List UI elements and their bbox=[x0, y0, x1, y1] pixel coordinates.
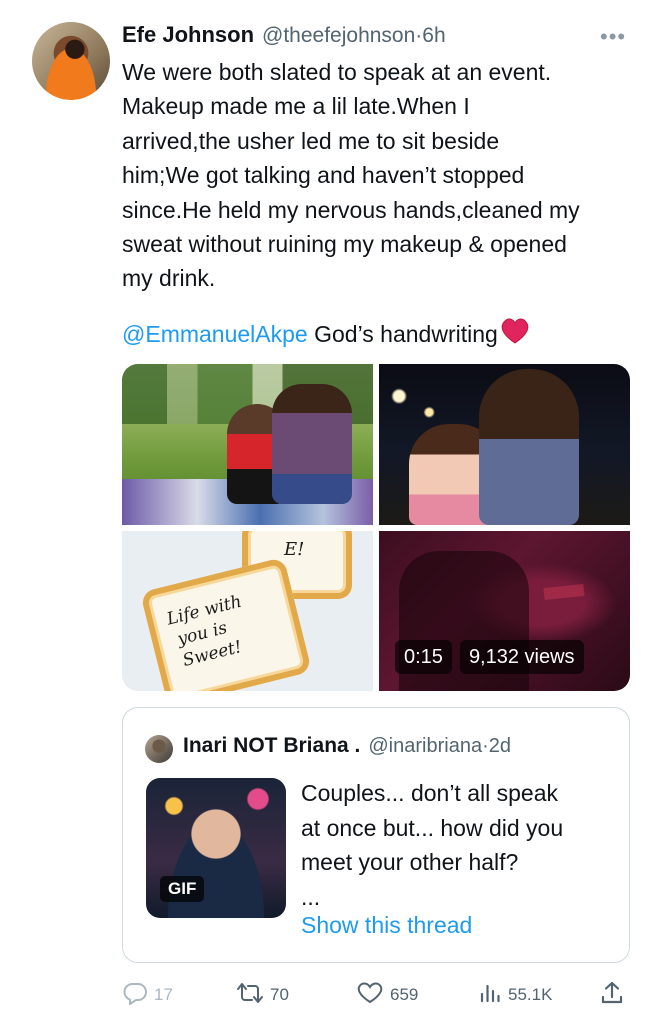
quoted-tweet-time: 2d bbox=[488, 735, 511, 757]
retweet-count: 70 bbox=[270, 985, 289, 1004]
quoted-author-handle[interactable]: @inaribriana·2d bbox=[368, 735, 511, 758]
quoted-author-name[interactable]: Inari NOT Briana . bbox=[183, 734, 360, 758]
author-handle[interactable]: @theefejohnson·6h bbox=[262, 24, 446, 48]
photo-park-couple[interactable] bbox=[122, 364, 373, 525]
author-display-name[interactable]: Efe Johnson bbox=[122, 22, 254, 48]
tweet-header: Efe Johnson @theefejohnson·6h bbox=[122, 22, 446, 50]
tweet-body-line: sweat without ruining my makeup & opened bbox=[122, 231, 567, 258]
tweet-body-line: Makeup made me a lil late.When I bbox=[122, 93, 470, 120]
mention-link[interactable]: @EmmanuelAkpe bbox=[122, 321, 308, 347]
tweet-body-line: since.He held my nervous hands,cleaned m… bbox=[122, 196, 580, 223]
cookie-main: Life with you is Sweet! bbox=[139, 556, 313, 691]
share-button[interactable] bbox=[600, 978, 624, 1012]
quoted-text-line: meet your other half? bbox=[301, 849, 519, 875]
reply-button[interactable]: 17 bbox=[122, 978, 173, 1012]
tweet-body-line: We were both slated to speak at an event… bbox=[122, 59, 552, 85]
tweet-body: We were both slated to speak at an event… bbox=[122, 55, 642, 296]
tweet-body-line: him;We got talking and haven’t stopped bbox=[122, 162, 525, 189]
video-badges: 0:15 9,132 views bbox=[395, 640, 584, 674]
like-count: 659 bbox=[390, 985, 419, 1004]
video-duration: 0:15 bbox=[395, 640, 452, 674]
quoted-text-line: at once but... how did you bbox=[301, 814, 564, 841]
heart-outline-icon bbox=[356, 981, 384, 1010]
view-count: 55.1K bbox=[508, 985, 553, 1004]
quoted-tweet[interactable]: Inari NOT Briana . @inaribriana·2d GIF C… bbox=[122, 707, 630, 963]
quoted-text-line: ... bbox=[301, 883, 321, 910]
tweet-actions: 17 70 659 55.1K bbox=[0, 978, 663, 1012]
quoted-gif-thumbnail[interactable]: GIF bbox=[146, 778, 286, 918]
red-heart-icon bbox=[500, 317, 530, 354]
tweet-body-line: arrived,the usher led me to sit beside bbox=[122, 127, 500, 154]
tweet-time: 6h bbox=[422, 24, 446, 47]
tweet-body-line: my drink. bbox=[122, 265, 216, 292]
video-thumbnail[interactable]: 0:15 9,132 views bbox=[379, 531, 630, 691]
quoted-tweet-text: Couples... don’t all speak at once but..… bbox=[301, 776, 611, 914]
photo-cookies[interactable]: E! Life with you is Sweet! bbox=[122, 531, 373, 691]
video-views: 9,132 views bbox=[459, 640, 584, 674]
more-dots-icon[interactable]: ••• bbox=[600, 24, 626, 50]
gif-badge: GIF bbox=[160, 876, 205, 902]
retweet-button[interactable]: 70 bbox=[236, 978, 289, 1012]
quoted-author-avatar[interactable] bbox=[145, 735, 173, 763]
share-icon bbox=[600, 980, 624, 1011]
mention-suffix: God’s handwriting bbox=[307, 321, 498, 347]
photo-night-selfie[interactable] bbox=[379, 364, 630, 525]
retweet-icon bbox=[236, 981, 264, 1010]
mention-line: @EmmanuelAkpe God’s handwriting bbox=[122, 317, 530, 354]
media-grid: E! Life with you is Sweet! 0:15 9,132 vi… bbox=[122, 364, 630, 691]
cookie-top-text: E! bbox=[284, 539, 305, 560]
views-button[interactable]: 55.1K bbox=[478, 978, 552, 1012]
author-avatar[interactable] bbox=[32, 22, 110, 100]
tweet[interactable]: Efe Johnson @theefejohnson·6h ••• We wer… bbox=[0, 0, 663, 1024]
views-bar-chart-icon bbox=[478, 981, 502, 1010]
like-button[interactable]: 659 bbox=[356, 978, 418, 1012]
quoted-tweet-header: Inari NOT Briana . @inaribriana·2d bbox=[183, 734, 511, 758]
show-thread-link[interactable]: Show this thread bbox=[301, 912, 472, 939]
quoted-text-line: Couples... don’t all speak bbox=[301, 780, 558, 806]
reply-count: 17 bbox=[154, 985, 173, 1004]
cookie-main-text: Life with you is Sweet! bbox=[164, 591, 244, 673]
reply-icon bbox=[122, 981, 148, 1010]
